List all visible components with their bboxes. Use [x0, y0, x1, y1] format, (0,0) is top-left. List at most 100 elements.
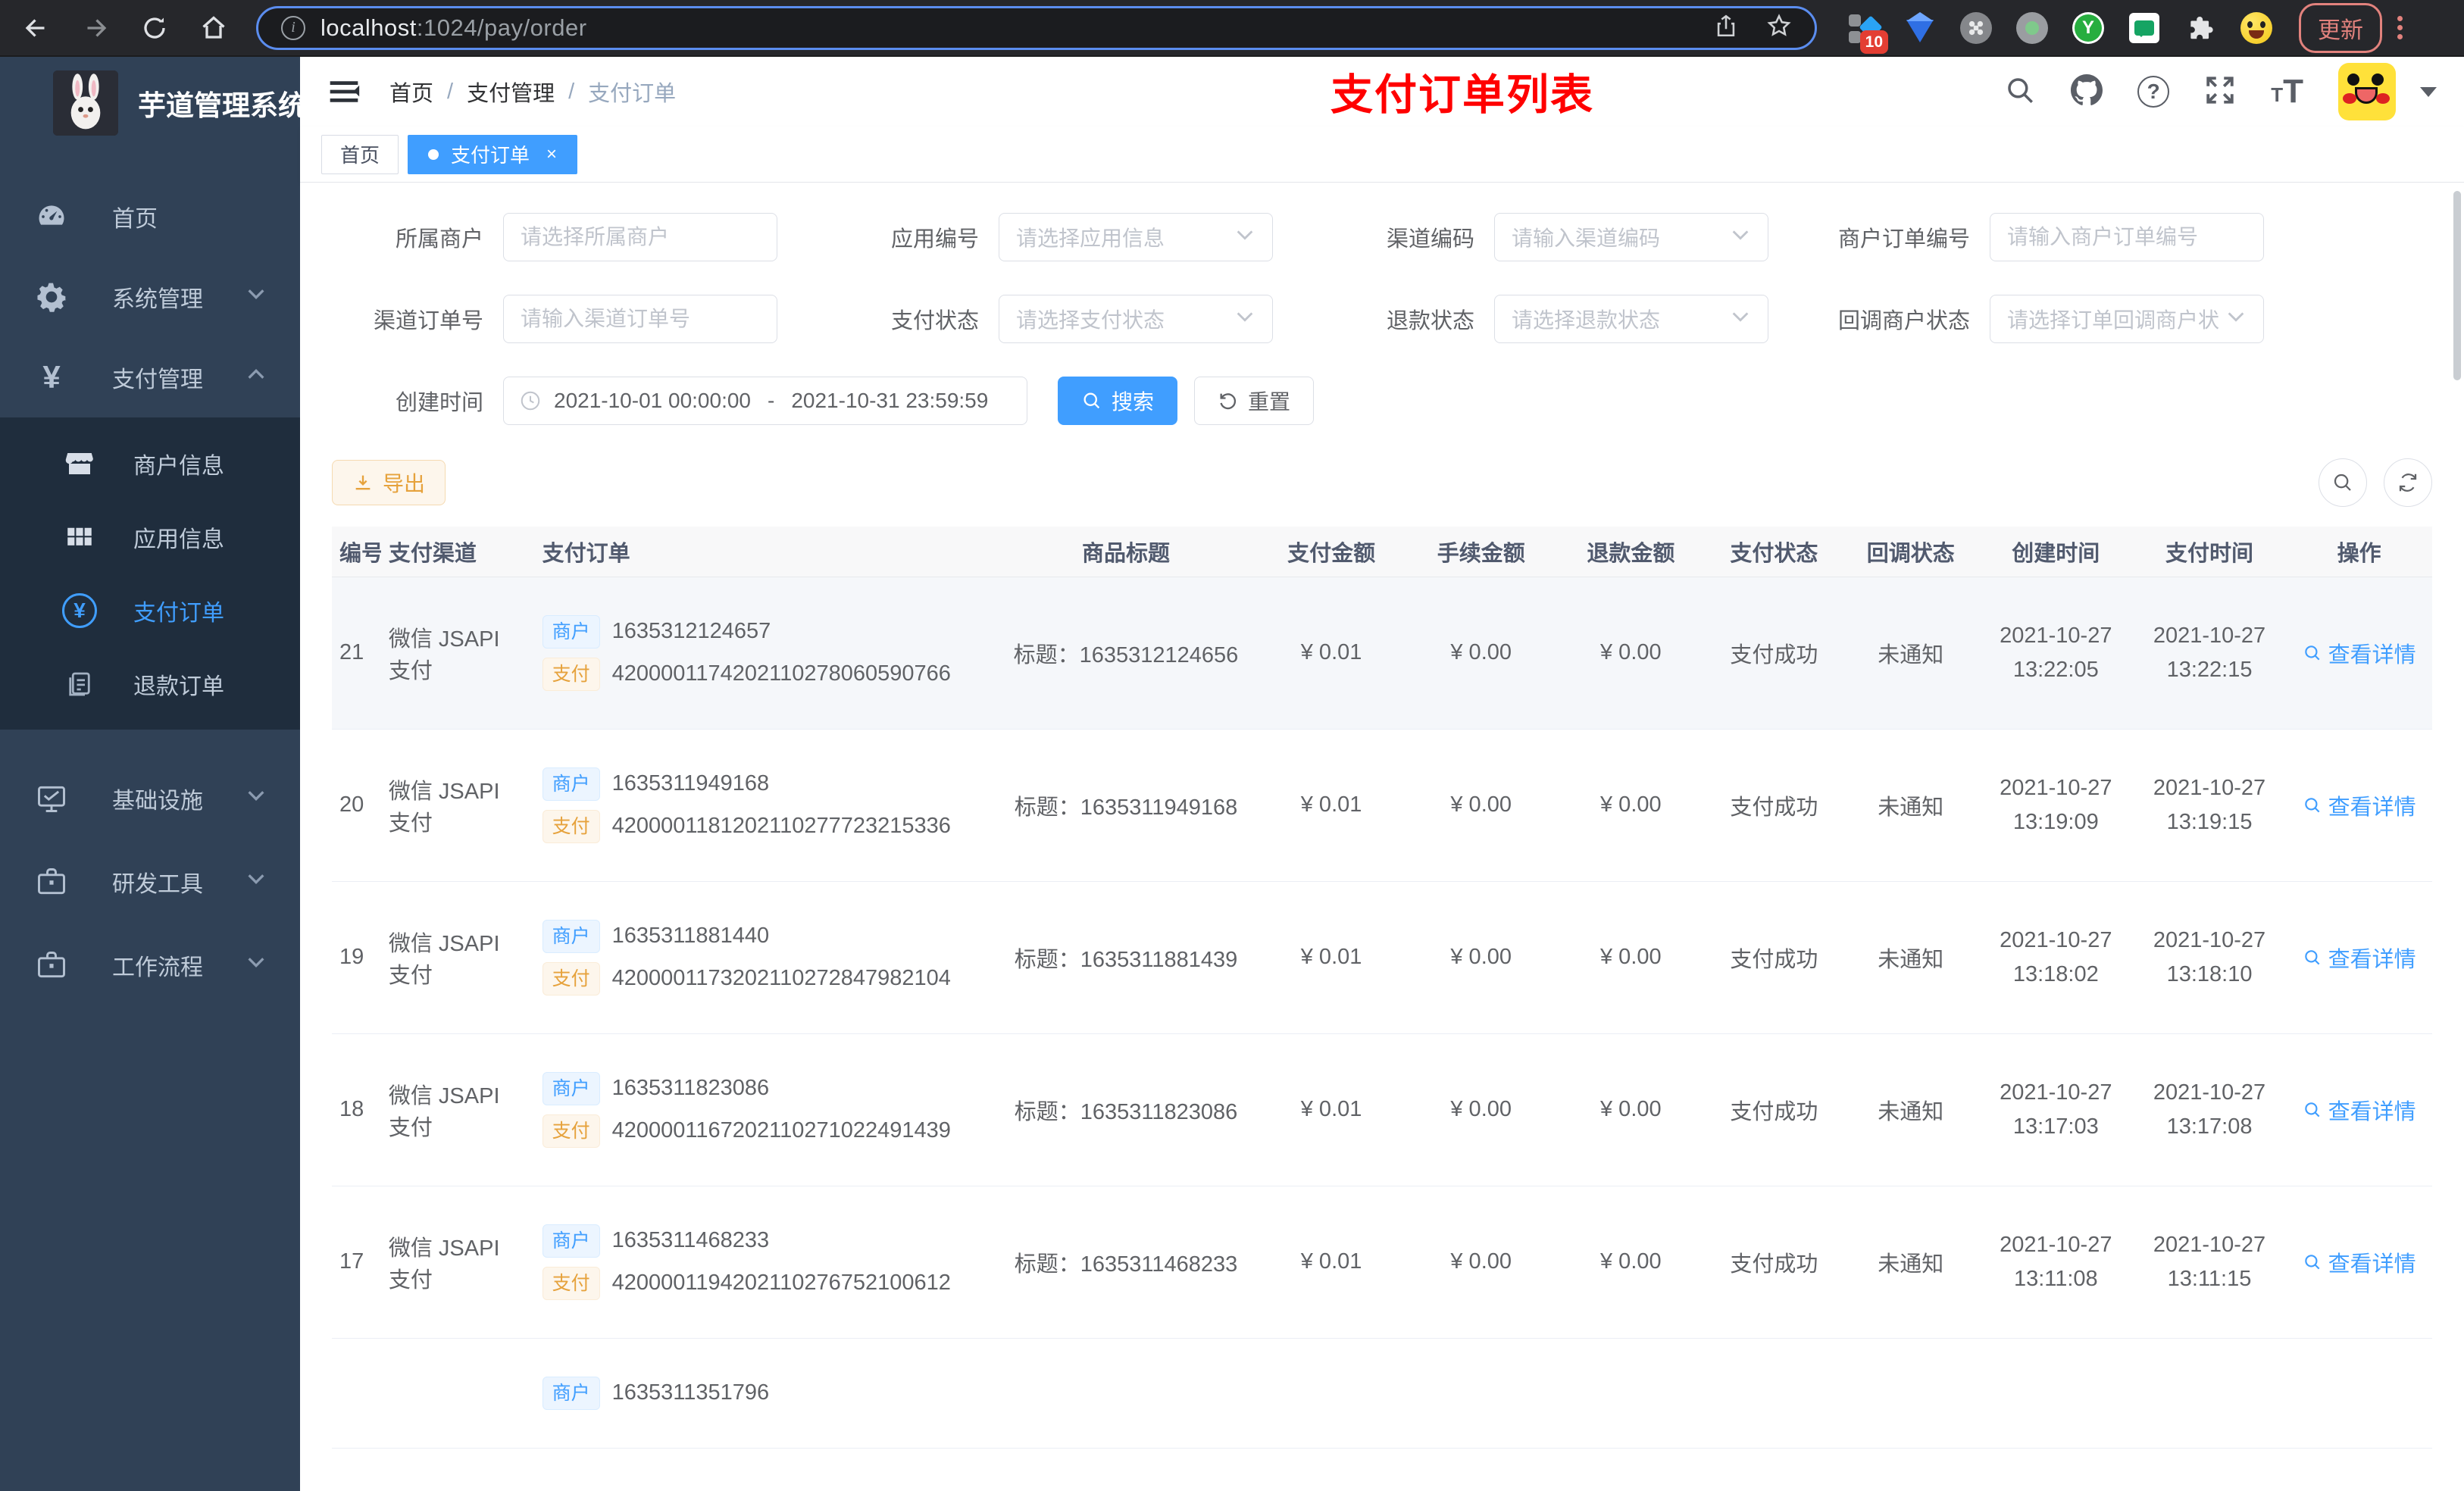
sidebar-item-dev-tools[interactable]: 研发工具: [0, 840, 300, 924]
toggle-search-button[interactable]: [2319, 458, 2367, 507]
extensions-puzzle-icon[interactable]: [2184, 11, 2217, 45]
channel-order-no-field[interactable]: [503, 295, 777, 343]
chevron-down-icon: [1730, 306, 1751, 333]
channel-code-select[interactable]: 请输入渠道编码: [1494, 213, 1768, 261]
table-row-partial: 商户 1635311351796: [332, 1338, 2432, 1449]
reset-button[interactable]: 重置: [1194, 377, 1315, 425]
yen-circle-icon: ¥: [61, 592, 98, 630]
back-icon[interactable]: [20, 11, 53, 45]
monitor-icon: [32, 779, 71, 818]
app-logo-row[interactable]: 芋道管理系统: [0, 57, 300, 145]
col-pay-order: 支付订单: [534, 527, 996, 577]
sidebar-item-label: 应用信息: [133, 527, 224, 552]
col-create-time: 创建时间: [1978, 527, 2133, 577]
sidebar-item-refund-order[interactable]: 退款订单: [0, 647, 300, 720]
breadcrumb-home[interactable]: 首页: [389, 76, 433, 108]
sidebar-item-merchant-info[interactable]: 商户信息: [0, 427, 300, 500]
fullscreen-icon[interactable]: [2204, 74, 2236, 110]
help-icon[interactable]: ?: [2137, 76, 2170, 108]
tab-home[interactable]: 首页: [321, 134, 399, 174]
pay-tag: 支付: [542, 809, 600, 843]
pay-status-select[interactable]: 请选择支付状态: [999, 295, 1273, 343]
collapse-sidebar-icon[interactable]: [327, 75, 361, 108]
col-id: 编号: [332, 527, 381, 577]
home-icon[interactable]: [197, 11, 230, 45]
browser-chrome: i localhost:1024/pay/order 10 Y 更新: [0, 0, 2464, 57]
extension-tabs-icon[interactable]: 10: [1847, 11, 1888, 54]
chevron-down-icon: [245, 283, 267, 311]
dashboard-icon: [32, 197, 71, 236]
view-detail-link[interactable]: 查看详情: [2303, 942, 2416, 974]
view-detail-link[interactable]: 查看详情: [2303, 1094, 2416, 1126]
col-refund-amount: 退款金额: [1556, 527, 1706, 577]
tab-pay-order[interactable]: 支付订单 ×: [408, 134, 578, 174]
merchant-select[interactable]: [503, 213, 777, 261]
table-row: 17 微信 JSAPI 支付 商户 1635311468233 支付 4200001…: [332, 1186, 2432, 1339]
view-detail-link[interactable]: 查看详情: [2303, 637, 2416, 669]
table-header-row: 编号 支付渠道 支付订单 商品标题 支付金额 手续金额 退款金额 支付状态 回调…: [332, 527, 2432, 577]
view-detail-link[interactable]: 查看详情: [2303, 1246, 2416, 1278]
filter-label: 渠道编码: [1386, 227, 1474, 252]
sidebar-item-app-info[interactable]: 应用信息: [0, 500, 300, 574]
forward-icon[interactable]: [79, 11, 112, 45]
sidebar-item-workflow[interactable]: 工作流程: [0, 924, 300, 1007]
avatar-caret-icon[interactable]: [2420, 86, 2437, 97]
refresh-button[interactable]: [2384, 458, 2432, 507]
scrollbar-thumb[interactable]: [2453, 191, 2461, 380]
app-logo: [53, 70, 118, 136]
sidebar-item-label: 支付订单: [133, 600, 224, 626]
reload-icon[interactable]: [138, 11, 171, 45]
sidebar-item-label: 基础设施: [112, 789, 203, 814]
address-bar[interactable]: i localhost:1024/pay/order: [256, 5, 1817, 50]
sidebar-item-system[interactable]: 系统管理: [0, 257, 300, 337]
chevron-down-icon: [245, 952, 267, 979]
chevron-down-icon: [1234, 224, 1255, 251]
breadcrumb-current: 支付订单: [588, 82, 677, 106]
merchant-order-no-field[interactable]: [1990, 213, 2264, 261]
chevron-down-icon: [1234, 306, 1255, 333]
breadcrumb: 首页 / 支付管理 / 支付订单: [389, 76, 676, 108]
filter-row-3: 创建时间 2021-10-01 00:00:00 - 2021-10-31 23…: [332, 377, 2432, 425]
close-icon[interactable]: ×: [546, 144, 557, 165]
extension-y-icon[interactable]: Y: [2072, 11, 2105, 45]
sidebar-item-label: 研发工具: [112, 872, 203, 897]
extension-emoji-icon[interactable]: [2240, 11, 2273, 45]
export-button[interactable]: 导出: [332, 460, 446, 505]
chrome-menu-icon[interactable]: [2397, 16, 2403, 39]
refund-status-select[interactable]: 请选择退款状态: [1494, 295, 1768, 343]
table-row: 18 微信 JSAPI 支付 商户 1635311823086 支付 4200001…: [332, 1033, 2432, 1186]
breadcrumb-payment[interactable]: 支付管理: [467, 76, 555, 108]
filter-row-1: 所属商户 应用编号 请选择应用信息 渠道编码 请输入渠道编码 商户订单编号: [332, 213, 2432, 261]
site-info-icon[interactable]: i: [281, 15, 305, 40]
sidebar-item-pay-order[interactable]: ¥ 支付订单: [0, 574, 300, 647]
github-icon[interactable]: [2071, 73, 2103, 110]
chevron-down-icon: [245, 868, 267, 896]
extension-record-icon[interactable]: [2015, 11, 2049, 45]
app-header: 首页 / 支付管理 / 支付订单 支付订单列表 ? TT: [300, 57, 2464, 127]
create-time-range-picker[interactable]: 2021-10-01 00:00:00 - 2021-10-31 23:59:5…: [503, 377, 1027, 425]
search-button[interactable]: 搜索: [1058, 377, 1178, 425]
notify-status-select[interactable]: 请选择订单回调商户状态: [1990, 295, 2264, 343]
chrome-update-button[interactable]: 更新: [2299, 2, 2382, 53]
bookmark-star-icon[interactable]: [1766, 13, 1792, 42]
extension-chat-icon[interactable]: [2128, 11, 2161, 45]
pay-tag: 支付: [542, 961, 600, 996]
avatar[interactable]: [2338, 63, 2396, 120]
share-icon[interactable]: [1713, 13, 1739, 42]
sidebar-item-payment[interactable]: ¥ 支付管理: [0, 337, 300, 417]
channel-order-no-input[interactable]: [521, 307, 760, 331]
font-size-icon[interactable]: TT: [2271, 75, 2303, 108]
merchant-order-no-input[interactable]: [2007, 225, 2247, 249]
main-content: 所属商户 应用编号 请选择应用信息 渠道编码 请输入渠道编码 商户订单编号 渠道…: [300, 183, 2464, 1491]
app-select[interactable]: 请选择应用信息: [999, 213, 1273, 261]
merchant-input[interactable]: [521, 225, 760, 249]
sidebar-item-infrastructure[interactable]: 基础设施: [0, 757, 300, 840]
extension-command-icon[interactable]: [1959, 11, 1993, 45]
filter-label: 支付状态: [890, 309, 979, 333]
search-icon[interactable]: [2004, 74, 2036, 110]
chevron-down-icon: [245, 785, 267, 812]
extension-gem-icon[interactable]: [1903, 11, 1937, 45]
sidebar-item-home[interactable]: 首页: [0, 177, 300, 257]
view-detail-link[interactable]: 查看详情: [2303, 789, 2416, 821]
table-row: 20 微信 JSAPI 支付 商户 1635311949168 支付 4200001…: [332, 729, 2432, 882]
